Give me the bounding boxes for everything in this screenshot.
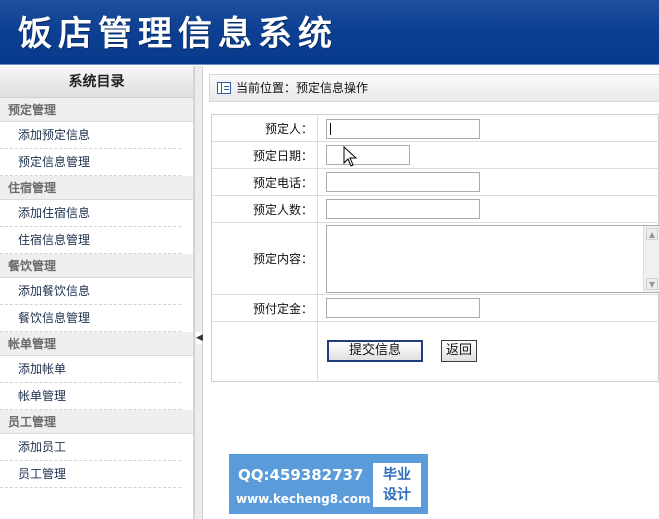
sidebar-group-reservation[interactable]: 预定管理 [0,98,193,122]
sidebar-title: 系统目录 [0,66,193,98]
watermark-badge-line1: 毕业 [383,467,411,483]
textarea-scrollbar[interactable]: ▲ ▼ [643,226,659,292]
sidebar-group-billing[interactable]: 帐单管理 [0,332,193,356]
form-row-phone: 预定电话： [212,169,659,196]
sidebar-group-dining[interactable]: 餐饮管理 [0,254,193,278]
actions-label-cell [212,322,318,382]
sidebar-item-add-dining[interactable]: 添加餐饮信息 [0,278,181,305]
sidebar-item-manage-bill[interactable]: 帐单管理 [0,383,181,410]
content-label: 预定内容： [212,223,318,294]
phone-label: 预定电话： [212,169,318,195]
app-title: 饭店管理信息系统 [18,14,338,54]
watermark-qq: QQ:459382737 [238,466,364,484]
main-panel: 当前位置：预定信息操作 预定人： 预定日期： 预定电话： 预定人数： 预定内容：… [203,66,659,519]
watermark-url: www.kecheng8.com [236,492,371,506]
phone-input[interactable] [326,172,480,192]
sidebar-group-lodging[interactable]: 住宿管理 [0,176,193,200]
back-button[interactable]: 返回 [441,340,477,362]
collapse-arrow-icon[interactable]: ◀ [196,332,203,344]
content-textarea[interactable]: ▲ ▼ [326,225,659,293]
mouse-pointer-icon [343,146,358,167]
watermark-badge: 毕业 设计 [373,463,421,507]
sidebar: 系统目录 预定管理 添加预定信息 预定信息管理 住宿管理 添加住宿信息 住宿信息… [0,66,194,519]
form-row-content: 预定内容： ▲ ▼ [212,223,659,295]
app-header: 饭店管理信息系统 [0,0,659,65]
submit-button[interactable]: 提交信息 [327,340,423,362]
breadcrumb: 当前位置：预定信息操作 [209,74,659,102]
breadcrumb-text: 当前位置：预定信息操作 [236,81,369,95]
form-row-date: 预定日期： [212,142,659,169]
reserver-input[interactable] [326,119,480,139]
window-icon [217,82,231,94]
deposit-input[interactable] [326,298,480,318]
count-label: 预定人数： [212,196,318,222]
sidebar-item-add-bill[interactable]: 添加帐单 [0,356,181,383]
date-label: 预定日期： [212,142,318,168]
form-row-reserver: 预定人： [212,115,659,142]
sidebar-item-manage-lodging[interactable]: 住宿信息管理 [0,227,181,254]
sidebar-group-staff[interactable]: 员工管理 [0,410,193,434]
date-input[interactable] [326,145,410,165]
sidebar-item-add-staff[interactable]: 添加员工 [0,434,181,461]
sidebar-splitter[interactable]: ◀ [194,66,203,519]
scroll-down-icon[interactable]: ▼ [646,278,658,290]
sidebar-item-manage-reservation[interactable]: 预定信息管理 [0,149,181,176]
sidebar-item-manage-dining[interactable]: 餐饮信息管理 [0,305,181,332]
watermark-banner: QQ:459382737 www.kecheng8.com 毕业 设计 [229,454,428,514]
deposit-label: 预付定金： [212,295,318,321]
form-row-count: 预定人数： [212,196,659,223]
sidebar-item-add-reservation[interactable]: 添加预定信息 [0,122,181,149]
scroll-up-icon[interactable]: ▲ [646,228,658,240]
form-row-deposit: 预付定金： [212,295,659,322]
form-row-actions: 提交信息 返回 [212,322,659,382]
sidebar-item-add-lodging[interactable]: 添加住宿信息 [0,200,181,227]
sidebar-item-manage-staff[interactable]: 员工管理 [0,461,181,488]
count-input[interactable] [326,199,480,219]
watermark-badge-line2: 设计 [383,487,411,503]
reserver-label: 预定人： [212,115,318,141]
reservation-form: 预定人： 预定日期： 预定电话： 预定人数： 预定内容： ▲ ▼ 预付定金： 提… [211,114,659,382]
